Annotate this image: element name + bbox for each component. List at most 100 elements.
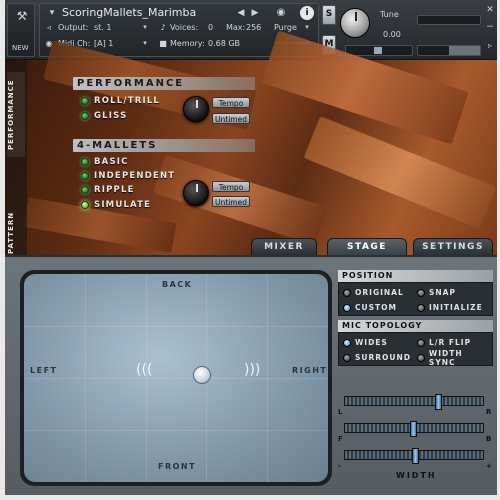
wrench-icon[interactable]: ⚒ [12, 8, 32, 24]
pan-slider-header[interactable] [345, 45, 413, 56]
mic-topology-header: MIC TOPOLOGY [338, 320, 493, 332]
grid-line [267, 274, 269, 482]
radio-lr-flip[interactable]: L/R FLIP [417, 337, 471, 348]
tune-value[interactable]: 0.00 [383, 30, 401, 39]
radio-icon [417, 288, 425, 297]
grid-line [24, 326, 328, 327]
camera-icon[interactable]: ◉ [274, 6, 288, 19]
depth-slider[interactable] [344, 421, 484, 437]
next-arrow-icon[interactable]: ▶ [250, 7, 260, 19]
led-icon [81, 185, 89, 194]
instrument-name[interactable]: ScoringMallets_Marimba [62, 6, 196, 19]
stage-position-handle[interactable] [193, 366, 211, 384]
max-label: Max: [226, 23, 246, 32]
output-dropdown-icon[interactable]: ▾ [140, 22, 150, 32]
depth-back-label: B [486, 435, 492, 443]
radio-icon [343, 338, 351, 347]
wave-left-icon: ((( [136, 362, 153, 378]
instrument-icon-box[interactable]: ⚒ NEW [7, 3, 35, 57]
wave-right-icon: ))) [244, 362, 261, 378]
radio-surround[interactable]: SURROUND [343, 352, 411, 363]
option-basic[interactable]: BASIC [81, 156, 129, 167]
volume-meter-top [417, 15, 481, 25]
radio-initialize[interactable]: INITIALIZE [417, 302, 483, 313]
option-label: ROLL/TRILL [94, 95, 161, 106]
volume-slider[interactable] [417, 45, 481, 56]
pan-thumb[interactable] [374, 47, 382, 54]
radio-icon [343, 303, 351, 312]
radio-label: L/R FLIP [429, 338, 472, 347]
radio-icon [417, 353, 425, 362]
performance-tempo-pill[interactable]: Tempo [212, 97, 250, 108]
slider-thumb[interactable] [412, 448, 419, 464]
mallets-tempo-knob[interactable] [183, 180, 209, 206]
width-slider[interactable] [344, 448, 484, 464]
solo-button[interactable]: S [322, 5, 336, 25]
stage-right-label: RIGHT [292, 366, 328, 375]
solo-label: S [325, 9, 333, 19]
grid-line [24, 378, 328, 379]
option-label: BASIC [94, 156, 129, 167]
option-gliss[interactable]: GLISS [81, 110, 127, 121]
depth-front-label: F [338, 435, 343, 443]
tab-settings[interactable]: SETTINGS [413, 238, 493, 255]
slider-thumb[interactable] [435, 394, 442, 410]
voices-value: 0 [208, 23, 214, 32]
prev-arrow-icon[interactable]: ◀ [236, 7, 246, 19]
tab-stage[interactable]: STAGE [327, 238, 407, 255]
radio-label: WIDES [355, 338, 388, 347]
close-icon[interactable]: ✕ [485, 5, 495, 15]
voices-icon: ♪ [160, 22, 166, 32]
purge-dropdown-icon[interactable]: ▾ [302, 22, 312, 32]
tab-mixer[interactable]: MIXER [251, 238, 317, 255]
led-icon [81, 200, 89, 209]
midi-value[interactable]: [A] 1 [94, 39, 113, 48]
stage-frame: BACK FRONT LEFT RIGHT ((( ))) [20, 270, 332, 486]
output-value[interactable]: st. 1 [94, 23, 111, 32]
option-simulate[interactable]: SIMULATE [81, 199, 151, 210]
info-icon[interactable]: i [300, 6, 314, 20]
mallets-untimed-pill[interactable]: Untimed [212, 196, 250, 207]
radio-original[interactable]: ORIGINAL [343, 287, 404, 298]
performance-tempo-knob[interactable] [183, 96, 209, 122]
midi-dropdown-icon[interactable]: ▾ [140, 38, 150, 48]
stage-controls: POSITION ORIGINAL SNAP CUSTOM INITIALIZE… [338, 270, 493, 486]
performance-untimed-pill[interactable]: Untimed [212, 113, 250, 124]
radio-icon [417, 303, 425, 312]
output-label: Output: [58, 23, 89, 32]
radio-label: CUSTOM [355, 303, 397, 312]
tab-pattern[interactable]: PATTERN [7, 205, 25, 260]
width-label: WIDTH [396, 471, 437, 480]
slider-thumb[interactable] [410, 421, 417, 437]
pan-right-label: R [486, 408, 492, 416]
aux-icon[interactable]: ▹ [485, 40, 495, 50]
option-roll-trill[interactable]: ROLL/TRILL [81, 95, 160, 106]
option-ripple[interactable]: RIPPLE [81, 184, 135, 195]
grid-line [145, 274, 147, 482]
pan-slider[interactable] [344, 394, 484, 410]
stage-area[interactable]: BACK FRONT LEFT RIGHT ((( ))) [24, 274, 328, 482]
tab-performance[interactable]: PERFORMANCE [7, 72, 25, 157]
grid-line [84, 274, 86, 482]
option-independent[interactable]: INDEPENDENT [81, 170, 175, 181]
purge-label[interactable]: Purge [274, 23, 297, 32]
radio-width-sync[interactable]: WIDTH SYNC [417, 349, 492, 367]
position-header: POSITION [338, 270, 493, 282]
radio-icon [343, 288, 351, 297]
memory-icon: ■ [159, 38, 167, 48]
option-label: RIPPLE [94, 184, 135, 195]
option-label: GLISS [94, 110, 128, 121]
collapse-arrow-icon[interactable]: ▾ [46, 7, 58, 19]
max-value[interactable]: 256 [246, 23, 261, 32]
kontakt-instrument: ⚒ NEW ▾ ScoringMallets_Marimba ◀ ▶ ◉ i ◃… [5, 0, 497, 495]
radio-snap[interactable]: SNAP [417, 287, 456, 298]
minimize-icon[interactable]: − [485, 22, 495, 32]
tune-knob[interactable] [340, 8, 370, 38]
side-tab-strip: PERFORMANCE PATTERN [5, 60, 27, 255]
radio-label: SNAP [429, 288, 456, 297]
radio-wides[interactable]: WIDES [343, 337, 388, 348]
option-label: INDEPENDENT [94, 170, 176, 181]
performance-header: PERFORMANCE [73, 77, 255, 90]
mallets-tempo-pill[interactable]: Tempo [212, 181, 250, 192]
radio-custom[interactable]: CUSTOM [343, 302, 397, 313]
